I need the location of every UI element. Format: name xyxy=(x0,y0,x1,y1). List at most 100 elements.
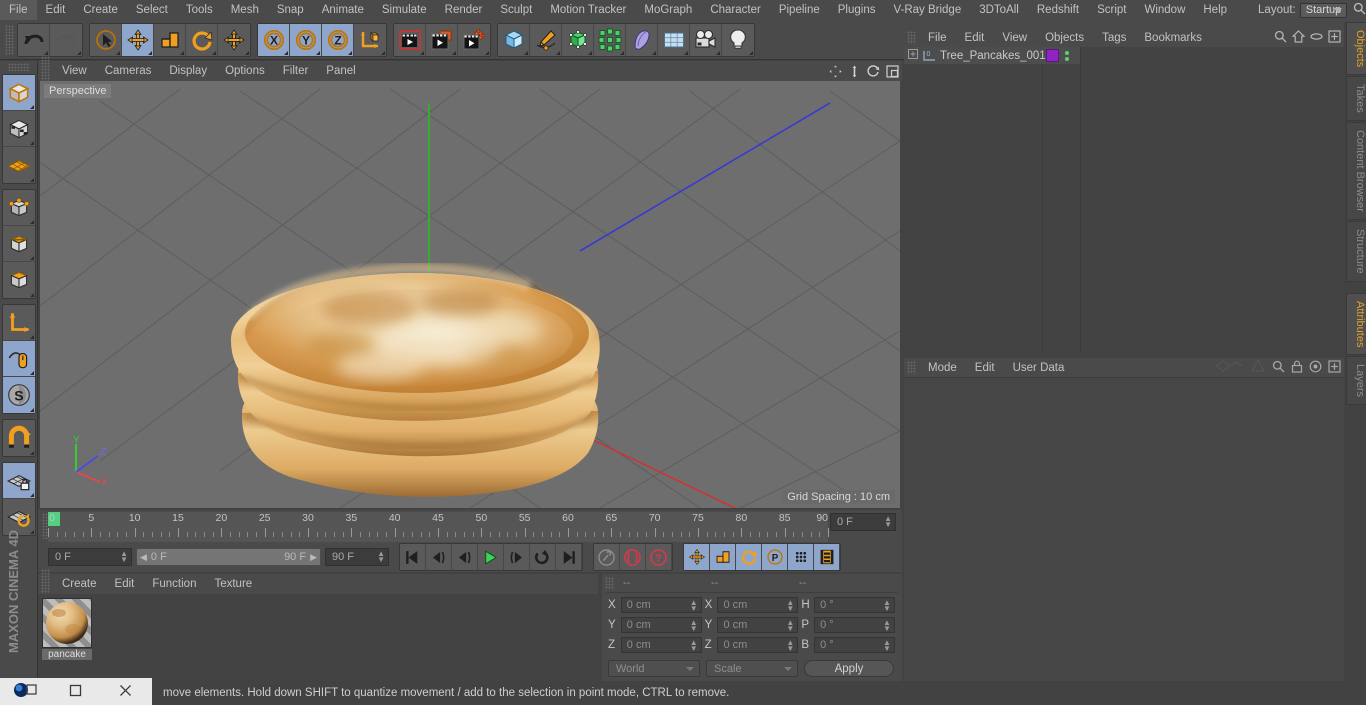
edges-mode-button[interactable] xyxy=(2,226,35,262)
position-z-input[interactable]: 0 cm ▲ ▼ xyxy=(620,637,702,653)
menu-v-ray-bridge[interactable]: V-Ray Bridge xyxy=(884,0,970,20)
menu-animate[interactable]: Animate xyxy=(313,0,373,20)
points-mode-button[interactable] xyxy=(2,190,35,226)
menu-render[interactable]: Render xyxy=(436,0,492,20)
menu-sculpt[interactable]: Sculpt xyxy=(491,0,541,20)
ellipse-icon[interactable] xyxy=(1310,30,1323,46)
target-icon[interactable] xyxy=(1309,360,1322,376)
menu-select[interactable]: Select xyxy=(127,0,177,20)
orbit-icon[interactable] xyxy=(865,63,881,79)
axis-y-button[interactable]: Y xyxy=(290,23,322,56)
expand-icon[interactable] xyxy=(1328,359,1341,376)
polygons-mode-button[interactable] xyxy=(3,262,35,298)
menu-create[interactable]: Create xyxy=(74,0,127,20)
texture-mode-button[interactable] xyxy=(2,111,35,147)
coordinate-system-dropdown[interactable]: World xyxy=(608,660,700,677)
search-icon[interactable] xyxy=(1272,360,1285,376)
spinner-icon[interactable]: ▲ ▼ xyxy=(883,619,891,633)
menu-edit[interactable]: Edit xyxy=(37,0,75,20)
search-icon[interactable] xyxy=(1274,30,1287,46)
lock-icon[interactable] xyxy=(1291,360,1303,376)
snap-s-button[interactable]: S xyxy=(2,377,35,413)
array-button[interactable] xyxy=(594,23,626,56)
range-left-arrow-icon[interactable]: ◀ xyxy=(140,552,147,563)
menu-simulate[interactable]: Simulate xyxy=(373,0,436,20)
object-menu-edit[interactable]: Edit xyxy=(956,28,994,48)
spinner-icon[interactable]: ▲ ▼ xyxy=(884,515,892,529)
viewport-menu-panel[interactable]: Panel xyxy=(317,61,364,81)
play-forwards-button[interactable] xyxy=(478,544,504,570)
position-x-input[interactable]: 0 cm ▲ ▼ xyxy=(620,597,702,613)
material-menu-create[interactable]: Create xyxy=(53,574,106,594)
timeline-toggle-button[interactable] xyxy=(814,544,840,570)
key-pla-button[interactable] xyxy=(788,544,814,570)
range-right-arrow-icon[interactable]: ▶ xyxy=(310,552,317,563)
object-menu-tags[interactable]: Tags xyxy=(1093,28,1135,48)
material-list[interactable]: pancake xyxy=(38,594,598,681)
dock-tab-takes[interactable]: Takes xyxy=(1346,76,1366,122)
menu-mograph[interactable]: MoGraph xyxy=(635,0,701,20)
keyframe-help-button[interactable]: ? xyxy=(646,544,672,570)
move-button[interactable] xyxy=(122,23,154,56)
viewport-menu-cameras[interactable]: Cameras xyxy=(96,61,161,81)
rotate-button[interactable] xyxy=(186,23,218,56)
viewport-3d[interactable]: Perspective Grid Spacing : 10 cm Y X Z xyxy=(40,81,900,508)
spinner-icon[interactable]: ▲ ▼ xyxy=(377,550,385,564)
object-menu-file[interactable]: File xyxy=(919,28,956,48)
move-alt-button[interactable] xyxy=(218,23,250,56)
dock-tab-structure[interactable]: Structure xyxy=(1346,220,1366,282)
material-menu-edit[interactable]: Edit xyxy=(106,574,144,594)
toolbar-grip[interactable] xyxy=(5,24,14,55)
animation-icon[interactable] xyxy=(1214,359,1244,376)
coordinates-grip[interactable] xyxy=(605,576,614,590)
render-region-button[interactable] xyxy=(426,23,458,56)
play-mode-loop-button[interactable] xyxy=(530,544,556,570)
search-icon[interactable] xyxy=(1353,2,1366,18)
spinner-icon[interactable]: ▲ ▼ xyxy=(883,599,891,613)
menu-window[interactable]: Window xyxy=(1135,0,1194,20)
cone-icon[interactable] xyxy=(1250,358,1266,376)
left-toolbar-grip[interactable] xyxy=(7,63,30,71)
position-y-input[interactable]: 0 cm ▲ ▼ xyxy=(620,617,702,633)
max-frame-input[interactable]: 90 F ▲ ▼ xyxy=(325,548,389,566)
menu-character[interactable]: Character xyxy=(701,0,770,20)
expand-icon[interactable] xyxy=(1328,30,1341,46)
current-frame-input[interactable]: 0 F ▲ ▼ xyxy=(48,548,132,566)
key-rotation-button[interactable] xyxy=(736,544,762,570)
material-tag-icon[interactable] xyxy=(1046,49,1059,62)
spinner-icon[interactable]: ▲ ▼ xyxy=(120,550,128,564)
menu-3dtoall[interactable]: 3DToAll xyxy=(970,0,1028,20)
rotation-p-input[interactable]: 0 ° ▲ ▼ xyxy=(814,617,895,633)
preview-range-slider[interactable]: ◀ 0 F 90 F ▶ xyxy=(136,548,321,566)
axis-x-button[interactable]: X xyxy=(258,23,290,56)
menu-plugins[interactable]: Plugins xyxy=(829,0,885,20)
spinner-icon[interactable]: ▲ ▼ xyxy=(786,639,794,653)
c4d-app-icon[interactable] xyxy=(0,682,50,701)
spinner-icon[interactable]: ▲ ▼ xyxy=(786,619,794,633)
timeline-ruler[interactable]: 0 5 10 15 20 25 30 35 40 45 50 55 60 65 70 75 80 85 90 xyxy=(48,512,829,542)
render-view-button[interactable] xyxy=(394,23,426,56)
viewport-menu-display[interactable]: Display xyxy=(160,61,216,81)
menu-redshift[interactable]: Redshift xyxy=(1028,0,1088,20)
menu-mesh[interactable]: Mesh xyxy=(222,0,268,20)
menu-tools[interactable]: Tools xyxy=(177,0,222,20)
viewport-menu-view[interactable]: View xyxy=(53,61,96,81)
object-menu-objects[interactable]: Objects xyxy=(1036,28,1093,48)
live-selection-button[interactable] xyxy=(90,23,122,56)
magnet-button[interactable] xyxy=(3,420,35,456)
spinner-icon[interactable]: ▲ ▼ xyxy=(883,639,891,653)
object-menu-view[interactable]: View xyxy=(993,28,1036,48)
light-button[interactable] xyxy=(722,23,754,56)
menu-pipeline[interactable]: Pipeline xyxy=(770,0,829,20)
size-y-input[interactable]: 0 cm ▲ ▼ xyxy=(717,617,799,633)
timeline-frame-field[interactable]: 0 F ▲ ▼ xyxy=(830,513,896,531)
key-position-button[interactable] xyxy=(684,544,710,570)
attributes-menu-mode[interactable]: Mode xyxy=(919,358,966,378)
menu-help[interactable]: Help xyxy=(1194,0,1236,20)
key-param-button[interactable]: P xyxy=(762,544,788,570)
attributes-menu-user-data[interactable]: User Data xyxy=(1004,358,1074,378)
menu-snap[interactable]: Snap xyxy=(268,0,313,20)
cube-primitive-button[interactable] xyxy=(498,23,530,56)
camera-button[interactable] xyxy=(690,23,722,56)
spline-pen-button[interactable] xyxy=(530,23,562,56)
